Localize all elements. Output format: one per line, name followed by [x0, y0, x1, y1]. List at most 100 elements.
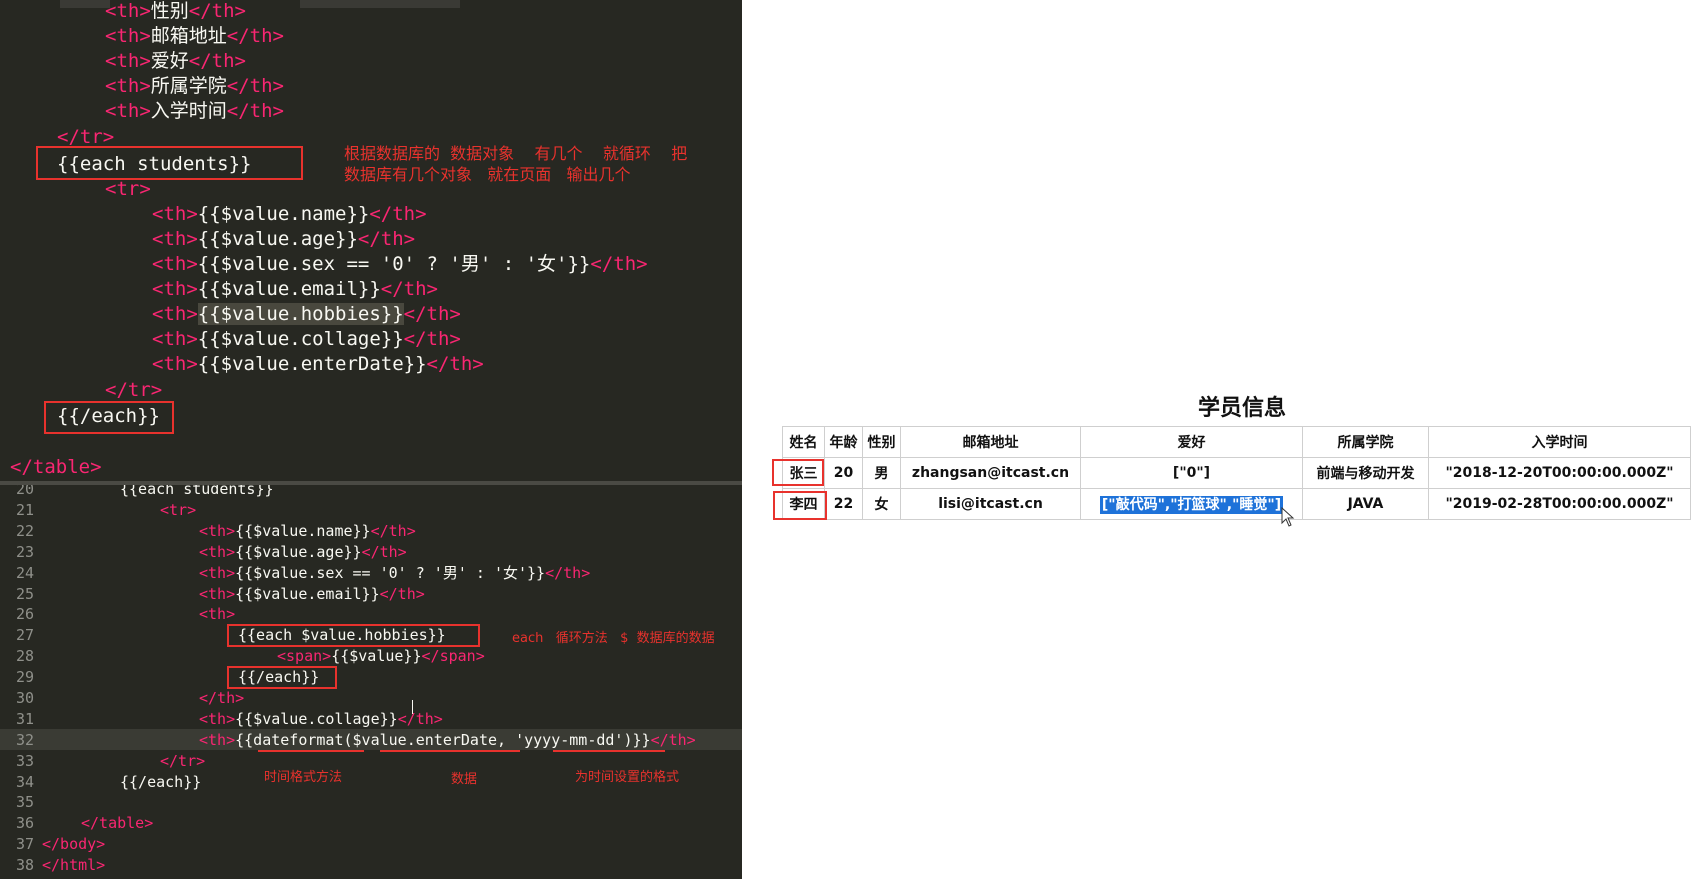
annotation-box [44, 401, 174, 434]
code-line: <th>{{$value.sex == '0' ? '男' : '女'}}</t… [199, 564, 591, 582]
student-table: 姓名 年龄 性别 邮箱地址 爱好 所属学院 入学时间 张三 20 男 zhang… [782, 426, 1691, 520]
bottom-editor-pane[interactable]: 20 21 22 23 24 25 26 27 28 29 30 31 32 3… [0, 485, 742, 879]
arrow-cursor-icon [1281, 506, 1295, 527]
code-line: <th>爱好</th> [105, 50, 246, 72]
text-cursor [412, 700, 413, 714]
code-line: </tr> [105, 379, 163, 401]
annotation-underline [553, 750, 665, 752]
table-cell: 20 [824, 457, 863, 489]
annotation-box [773, 491, 827, 520]
table-header-row: 姓名 年龄 性别 邮箱地址 爱好 所属学院 入学时间 [782, 426, 1691, 458]
line-number: 26 [15, 605, 34, 623]
code-line: </tr> [160, 752, 206, 770]
line-number: 24 [15, 564, 34, 582]
top-editor-pane[interactable]: <th>性别</th> <th>邮箱地址</th> <th>爱好</th> <t… [0, 0, 742, 481]
code-line: <th>{{$value.age}}</th> [199, 543, 407, 561]
code-line: <th>{{$value.enterDate}}</th> [152, 353, 484, 375]
line-number: 34 [15, 773, 34, 791]
code-line: <th>{{$value.age}}</th> [152, 228, 416, 250]
code-line: <th>性别</th> [105, 0, 246, 22]
code-text: 邮箱地址 [150, 25, 227, 47]
line-number: 27 [15, 626, 34, 644]
annotation-text: 时间格式方法 [264, 770, 343, 785]
browser-viewport: 学员信息 姓名 年龄 性别 邮箱地址 爱好 所属学院 入学时间 张三 20 男 … [742, 0, 1702, 879]
table-cell: 22 [824, 488, 863, 520]
annotation-box [36, 146, 303, 180]
code-line: </table> [10, 456, 102, 478]
code-line: <th>{{$value.email}}</th> [152, 278, 438, 300]
line-number: 31 [15, 710, 34, 728]
code-line: </body> [42, 835, 106, 853]
code-line: <th>{{$value.name}}</th> [152, 203, 427, 225]
code-text: 入学时间 [150, 100, 227, 122]
header-cell: 年龄 [824, 426, 863, 458]
table-cell: zhangsan@itcast.cn [900, 457, 1081, 489]
line-number: 22 [15, 522, 34, 540]
code-line: <th>入学时间</th> [105, 100, 284, 122]
tab-strip-fragment[interactable] [60, 0, 110, 8]
table-cell: 男 [862, 457, 901, 489]
code-line: </html> [42, 856, 106, 874]
header-cell: 爱好 [1080, 426, 1303, 458]
code-text: 性别 [150, 0, 189, 22]
header-cell: 入学时间 [1428, 426, 1691, 458]
header-cell: 所属学院 [1302, 426, 1429, 458]
code-line: {{/each}} [120, 773, 202, 791]
annotation-text: 数据库有几个对象 就在页面 输出几个 [344, 165, 631, 184]
line-number: 29 [15, 668, 34, 686]
table-cell: ["0"] [1080, 457, 1303, 489]
table-row: 李四 22 女 lisi@itcast.cn ["敲代码","打篮球","睡觉"… [782, 488, 1691, 520]
code-text: 所属学院 [150, 75, 227, 97]
annotation-text: 为时间设置的格式 [575, 770, 680, 785]
line-number: 37 [15, 835, 34, 853]
table-cell: 女 [862, 488, 901, 520]
selected-text: ["敲代码","打篮球","睡觉"] [1099, 496, 1284, 514]
annotation-box [227, 666, 337, 689]
annotation-underline [258, 750, 364, 752]
code-line: <th>{{$value.sex == '0' ? '男' : '女'}}</t… [152, 253, 648, 275]
annotation-text: 数据 [451, 772, 478, 787]
code-line: </table> [81, 814, 154, 832]
line-number: 30 [15, 689, 34, 707]
line-number: 23 [15, 543, 34, 561]
annotation-box [772, 459, 824, 486]
code-line: <th>{{dateformat($value.enterDate, 'yyyy… [199, 731, 696, 749]
line-number: 36 [15, 814, 34, 832]
line-number: 21 [15, 501, 34, 519]
code-line: <tr> [105, 178, 151, 200]
line-number: 38 [15, 856, 34, 874]
code-text: 爱好 [150, 50, 189, 72]
annotation-text: each 循环方法 $ 数据库的数据 [512, 631, 715, 646]
code-line: <th>{{$value.name}}</th> [199, 522, 416, 540]
line-number: 20 [15, 485, 34, 498]
table-cell: ["敲代码","打篮球","睡觉"] [1080, 488, 1303, 520]
line-number: 32 [15, 731, 34, 749]
line-number: 25 [15, 585, 34, 603]
table-cell: "2019-02-28T00:00:00.000Z" [1428, 488, 1691, 520]
table-cell: "2018-12-20T00:00:00.000Z" [1428, 457, 1691, 489]
line-number: 33 [15, 752, 34, 770]
code-line: <th>邮箱地址</th> [105, 25, 284, 47]
header-cell: 邮箱地址 [900, 426, 1081, 458]
code-line: <th> [199, 605, 236, 623]
line-number: 35 [15, 793, 34, 811]
code-line: <th>{{$value.collage}}</th> [199, 710, 443, 728]
highlighted-word: {{$value.hobbies}} [197, 303, 404, 325]
header-cell: 姓名 [782, 426, 825, 458]
annotation-box [227, 624, 480, 647]
code-line: </th> [199, 689, 245, 707]
annotation-underline [380, 750, 520, 752]
code-line: <tr> [160, 501, 197, 519]
table-row: 张三 20 男 zhangsan@itcast.cn ["0"] 前端与移动开发… [782, 457, 1691, 489]
table-cell: lisi@itcast.cn [900, 488, 1081, 520]
tab-strip-fragment[interactable] [300, 0, 460, 8]
table-cell: 前端与移动开发 [1302, 457, 1429, 489]
code-line: <th>所属学院</th> [105, 75, 284, 97]
table-title: 学员信息 [1197, 396, 1286, 421]
code-line: <span>{{$value}}</span> [277, 647, 485, 665]
code-line: <th>{{$value.hobbies}}</th> [152, 303, 461, 325]
header-cell: 性别 [862, 426, 901, 458]
code-line: <th>{{$value.collage}}</th> [152, 328, 461, 350]
code-line: <th>{{$value.email}}</th> [199, 585, 425, 603]
table-cell: JAVA [1302, 488, 1429, 520]
